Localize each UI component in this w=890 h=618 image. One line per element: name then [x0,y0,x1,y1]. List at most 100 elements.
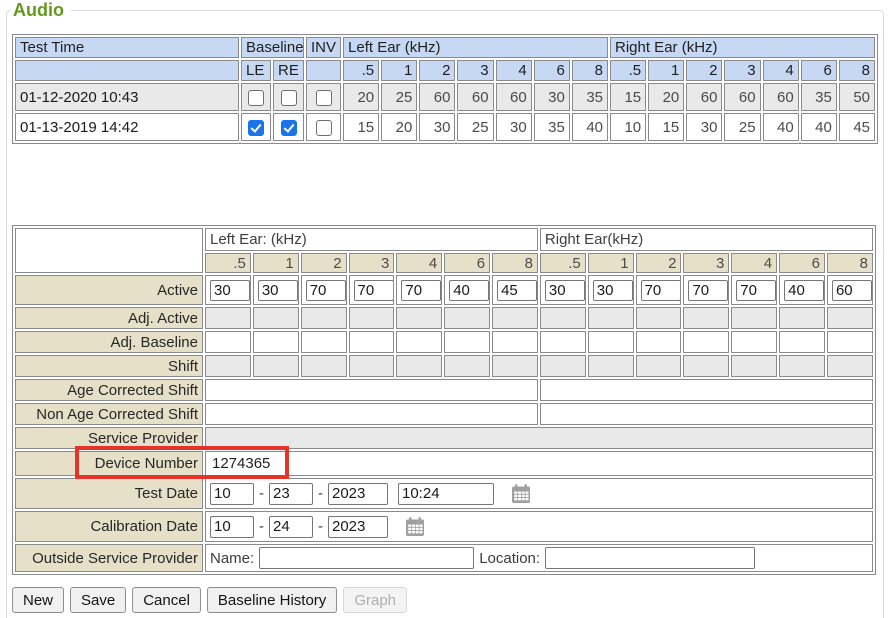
active-right-2-input[interactable] [593,280,633,301]
osp-location-input[interactable] [545,547,755,569]
osp-location-label: Location: [479,550,540,567]
blank-corner-cell [15,228,203,273]
threshold-cell: 30 [419,113,455,141]
row-label-adj-active: Adj. Active [15,307,203,329]
row-label-adj-baseline: Adj. Baseline [15,331,203,353]
test-date-year-input[interactable] [328,483,388,505]
threshold-cell: 40 [801,113,837,141]
active-right-7-input[interactable] [832,280,872,301]
empty-cell [444,355,490,377]
empty-cell [636,355,682,377]
empty-cell [540,355,586,377]
threshold-cell: 60 [457,83,493,111]
active-left-4-input[interactable] [354,280,394,301]
inv-checkbox[interactable] [316,120,332,136]
date-separator: - [259,485,264,502]
active-left-2-input[interactable] [258,280,298,301]
baseline-le-checkbox[interactable] [248,90,264,106]
calibration-date-month-input[interactable] [210,516,254,538]
empty-cell [492,331,538,353]
empty-cell [205,331,251,353]
baseline-history-button[interactable]: Baseline History [207,587,337,613]
empty-cell [779,307,825,329]
threshold-cell: 50 [839,83,875,111]
empty-cell [827,355,873,377]
test-date-month-input[interactable] [210,483,254,505]
col-header-left-ear: Left Ear (kHz) [343,37,608,58]
empty-cell [492,355,538,377]
threshold-cell: 15 [648,113,684,141]
baseline-re-checkbox[interactable] [281,120,297,136]
calibration-date-cell: - - [205,511,873,542]
col-header-right-ear: Right Ear (kHz) [610,37,875,58]
freq-header: 8 [839,60,875,81]
inv-checkbox[interactable] [316,90,332,106]
empty-cell [301,307,347,329]
test-time-input[interactable] [398,483,494,505]
calendar-icon[interactable] [511,484,531,504]
right-ear-header: Right Ear(kHz) [540,228,873,251]
col-header-re: RE [273,60,304,81]
active-left-3-input[interactable] [306,280,346,301]
non-age-corrected-shift-left-cell [205,403,538,425]
threshold-cell: 60 [686,83,722,111]
threshold-cell: 60 [419,83,455,111]
empty-cell [731,307,777,329]
empty-cell [779,331,825,353]
calibration-date-day-input[interactable] [269,516,313,538]
new-button[interactable]: New [12,587,64,613]
empty-cell [444,331,490,353]
baseline-le-checkbox[interactable] [248,120,264,136]
threshold-cell: 30 [534,83,570,111]
threshold-cell: 15 [610,83,646,111]
freq-header: 2 [419,60,455,81]
empty-cell [827,331,873,353]
active-right-1-input[interactable] [545,280,585,301]
freq-header: 4 [731,253,777,273]
graph-button: Graph [343,587,407,613]
calibration-date-year-input[interactable] [328,516,388,538]
age-corrected-shift-left-cell [205,379,538,401]
test-date-day-input[interactable] [269,483,313,505]
save-button[interactable]: Save [70,587,126,613]
freq-header: 3 [457,60,493,81]
threshold-cell: 35 [801,83,837,111]
freq-header: 6 [801,60,837,81]
row-label-non-age-corrected-shift: Non Age Corrected Shift [15,403,203,425]
osp-name-label: Name: [210,550,254,567]
service-provider-value-cell [205,427,873,449]
active-left-7-input[interactable] [497,280,537,301]
date-separator: - [259,518,264,535]
row-label-active: Active [15,275,203,305]
freq-header: 4 [496,60,532,81]
col-header-le: LE [241,60,271,81]
active-left-5-input[interactable] [401,280,441,301]
active-left-6-input[interactable] [449,280,489,301]
cancel-button[interactable]: Cancel [132,587,201,613]
freq-header: 6 [444,253,490,273]
empty-cell [588,331,634,353]
test-row: 01-12-2020 10:43 20 25 60 60 60 30 35 15… [15,83,875,111]
empty-cell [253,355,299,377]
row-label-device-number: Device Number [15,451,203,476]
freq-header: 2 [636,253,682,273]
threshold-cell: 25 [724,113,760,141]
threshold-cell: 40 [763,113,799,141]
empty-cell [827,307,873,329]
col-header-baseline: Baseline [241,37,304,58]
active-right-5-input[interactable] [736,280,776,301]
empty-cell [588,307,634,329]
row-label-outside-service-provider: Outside Service Provider [15,544,203,572]
col-header-inv: INV [306,37,341,58]
empty-cell [540,331,586,353]
active-right-3-input[interactable] [641,280,681,301]
empty-cell [396,331,442,353]
active-right-6-input[interactable] [784,280,824,301]
active-right-4-input[interactable] [688,280,728,301]
device-number-value-cell: 1274365 [205,451,873,476]
active-left-1-input[interactable] [210,280,250,301]
calendar-icon[interactable] [405,517,425,537]
threshold-cell: 30 [496,113,532,141]
osp-name-input[interactable] [259,547,474,569]
baseline-re-checkbox[interactable] [281,90,297,106]
